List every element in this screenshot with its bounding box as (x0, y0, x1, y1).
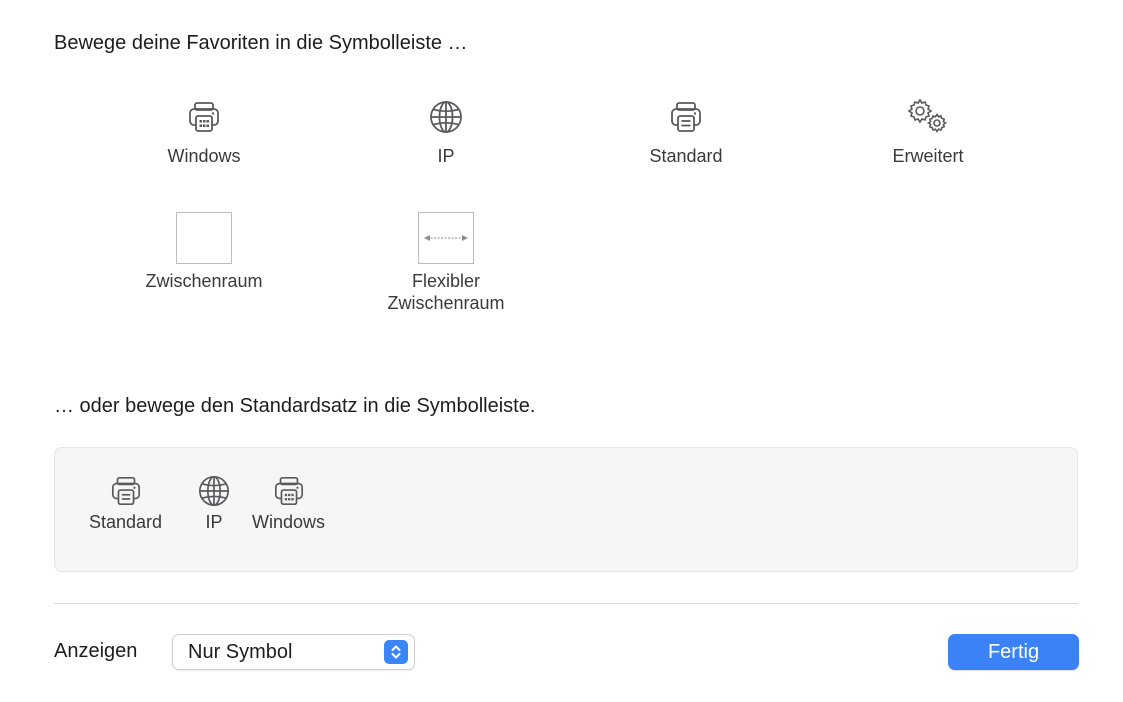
default-set-item-windows: Windows (252, 472, 325, 533)
show-mode-select[interactable]: Nur Symbol (172, 634, 415, 670)
chevron-up-down-icon (384, 640, 408, 664)
palette-item-windows[interactable]: Windows (104, 95, 304, 167)
printer-windows-icon (104, 95, 304, 139)
palette-item-label: Windows (167, 146, 241, 166)
palette-item-ip[interactable]: IP (346, 95, 546, 167)
space-icon (176, 212, 232, 264)
default-set-item-standard: Standard (89, 472, 162, 533)
gears-icon (828, 95, 1028, 139)
globe-icon (346, 95, 546, 139)
palette-item-label: IP (437, 146, 455, 166)
printer-icon (89, 472, 162, 510)
default-set-item-ip: IP (197, 472, 231, 533)
default-set-item-label: Windows (252, 512, 326, 532)
favorites-heading: Bewege deine Favoriten in die Symbolleis… (54, 32, 468, 54)
palette-item-label: Zwischenraum (145, 271, 263, 291)
printer-windows-icon (252, 472, 325, 510)
palette-item-label: Erweitert (892, 146, 964, 166)
palette-item-flexible-space[interactable]: Flexibler Zwischenraum (346, 212, 546, 314)
divider (54, 603, 1078, 604)
show-label: Anzeigen (54, 640, 138, 662)
show-mode-value: Nur Symbol (188, 640, 293, 663)
default-set-item-label: IP (205, 512, 223, 532)
default-set-heading: … oder bewege den Standardsatz in die Sy… (54, 395, 536, 417)
default-toolbar-set[interactable]: Standard IP Windows (54, 447, 1078, 572)
palette-item-label: Flexibler Zwischenraum (387, 271, 505, 313)
done-button[interactable]: Fertig (948, 634, 1079, 670)
palette-item-standard[interactable]: Standard (586, 95, 786, 167)
palette-item-advanced[interactable]: Erweitert (828, 95, 1028, 167)
palette-item-space[interactable]: Zwischenraum (104, 212, 304, 292)
globe-icon (197, 472, 231, 510)
printer-icon (586, 95, 786, 139)
palette-item-label: Standard (649, 146, 723, 166)
default-set-item-label: Standard (89, 512, 163, 532)
flexible-space-icon (418, 212, 474, 264)
